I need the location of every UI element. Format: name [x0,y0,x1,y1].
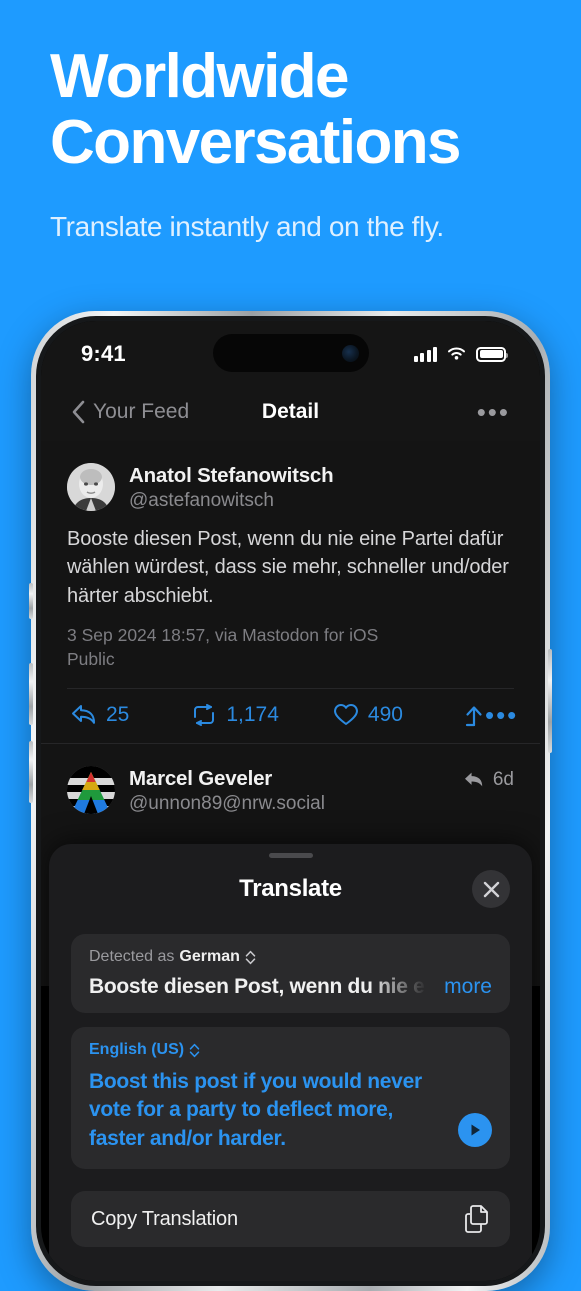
reply-arrow-icon [72,704,96,724]
translated-text: Boost this post if you would never vote … [89,1070,422,1150]
target-language: English (US) [89,1041,185,1058]
post-more-button[interactable]: ••• [485,702,518,728]
avatar-rainbow-triangle[interactable] [67,765,115,814]
translation-body: Boost this post if you would never vote … [89,1068,492,1153]
favorite-action[interactable]: 490 [333,703,403,727]
target-language-selector[interactable]: English (US) [89,1041,492,1059]
post-action-bar: 25 1,174 490 ••• [41,689,540,743]
post-visibility: Public [67,648,115,669]
post-detail: Anatol Stefanowitsch @astefanowitsch Boo… [41,441,540,689]
front-camera-icon [341,344,359,362]
avatar-image [67,765,115,814]
chevron-up-down-icon [245,950,256,964]
nav-bar: Your Feed Detail ••• [41,383,540,441]
play-translation-button[interactable] [458,1113,492,1148]
translation-card: English (US) Boost this post if you woul… [71,1027,510,1170]
back-button-label: Your Feed [93,400,190,423]
post-meta: 3 Sep 2024 18:57, via Mastodon for iOS P… [67,624,514,672]
cellular-bars-icon [413,346,437,362]
copy-translation-button[interactable]: Copy Translation [71,1191,510,1248]
post-identity: Anatol Stefanowitsch @astefanowitsch [129,463,514,512]
sheet-title: Translate [239,875,342,902]
close-button[interactable] [472,870,510,908]
promo-title: Worldwide Conversations [50,42,531,178]
promo-title-line-1: Worldwide [50,42,350,111]
post-identity: Marcel Geveler @unnon89@nrw.social [129,766,449,815]
source-language-selector[interactable]: Detected as German [89,948,492,966]
back-button[interactable]: Your Feed [71,400,189,424]
volume-up-button[interactable] [29,663,33,725]
copy-translation-label: Copy Translation [91,1207,238,1230]
promo-header: Worldwide Conversations Translate instan… [0,0,581,243]
status-indicators [413,342,508,362]
nav-more-button[interactable]: ••• [477,399,510,425]
boost-action[interactable]: 1,174 [191,703,279,727]
source-text: Booste diesen Post, wenn du nie eine Par… [89,975,431,998]
status-bar: 9:41 [41,321,540,383]
volume-down-button[interactable] [29,741,33,803]
post-author-name: Marcel Geveler [129,766,273,790]
post-timestamp: 3 Sep 2024 18:57, via Mastodon for iOS [67,625,379,646]
favorite-count: 490 [367,702,403,726]
battery-full-icon [476,346,508,362]
source-text-row: Booste diesen Post, wenn du nie eine Par… [89,975,492,999]
post-body-text: Booste diesen Post, wenn du nie eine Par… [67,528,509,607]
post-author-name: Anatol Stefanowitsch [129,464,334,487]
more-link[interactable]: more [444,975,492,999]
dynamic-island [212,334,369,372]
status-time: 9:41 [81,341,126,366]
phone-mockup: 9:41 Your Feed Detail ••• Anatol Stefano… [29,311,552,1291]
share-action[interactable] [463,703,485,727]
avatar-image [67,463,115,511]
post-author-handle: @unnon89@nrw.social [129,792,325,814]
post-header: Marcel Geveler @unnon89@nrw.social 6d [67,765,514,815]
sheet-header: Translate [71,858,510,920]
source-text-card: Detected as German Booste diesen Post, w… [71,934,510,1013]
play-circle-icon [471,1124,480,1136]
phone-screen: 9:41 Your Feed Detail ••• Anatol Stefano… [41,321,540,1281]
share-arrow-up-icon [465,706,482,726]
post-header: Anatol Stefanowitsch @astefanowitsch [67,463,514,512]
translate-sheet: Translate Detected as German Booste dies [49,844,532,1281]
heart-icon [333,704,358,726]
post-author-handle: @astefanowitsch [129,490,274,511]
detected-language: German [179,948,240,965]
reply-count: 25 [106,702,130,726]
chevron-up-down-icon [189,1043,200,1057]
reply-arrow-icon [464,772,483,787]
post-reply-meta: 6d [463,766,514,791]
chevron-left-icon [72,400,85,424]
reply-action[interactable]: 25 [71,703,129,727]
boost-count: 1,174 [226,702,279,726]
post-reply: Marcel Geveler @unnon89@nrw.social 6d [41,744,540,815]
promo-subtitle: Translate instantly and on the fly. [50,210,444,242]
copy-documents-icon [465,1205,488,1233]
close-x-icon [483,881,499,897]
boost-repeat-icon [194,703,215,726]
promo-title-line-2: Conversations [50,108,461,178]
wifi-icon [448,347,465,360]
post-time-ago: 6d [492,768,514,790]
detected-prefix: Detected as [89,948,175,965]
avatar-photo-portrait[interactable] [67,463,115,511]
action-button[interactable] [29,583,33,619]
power-button[interactable] [548,649,552,753]
